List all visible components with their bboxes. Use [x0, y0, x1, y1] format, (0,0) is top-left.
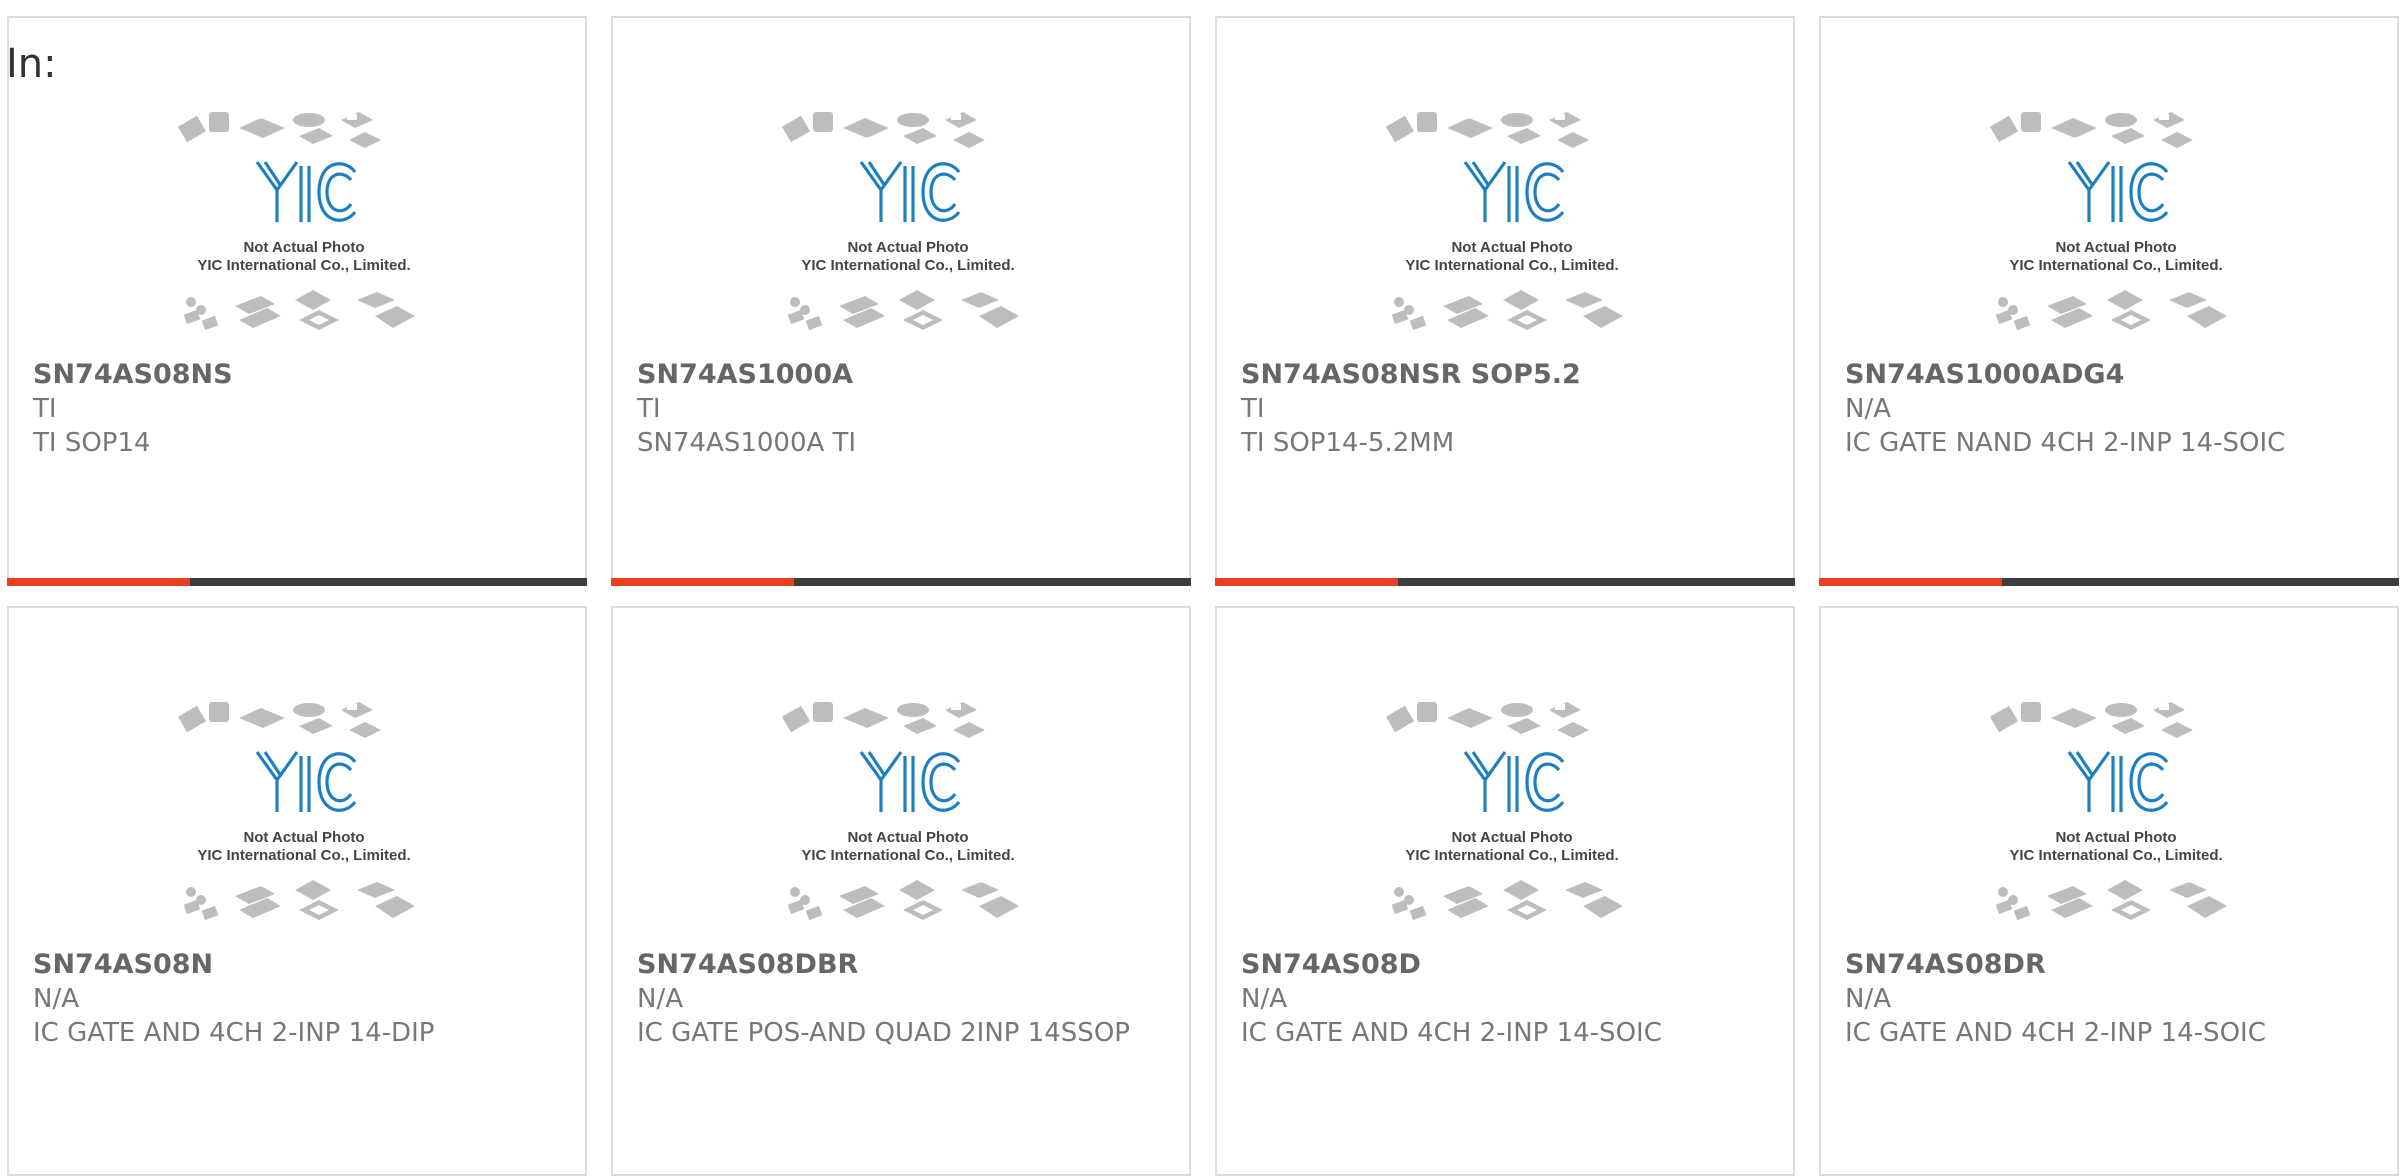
product-photo-placeholder: Not Actual Photo YIC International Co., …: [781, 702, 1019, 921]
in-label: In:: [6, 41, 57, 87]
photo-caption-line1: Not Actual Photo: [243, 239, 364, 256]
product-info: SN74AS08NSR SOP5.2 TI TI SOP14-5.2MM: [1241, 358, 1769, 460]
part-number[interactable]: SN74AS1000ADG4: [1845, 358, 2373, 392]
photo-caption-line2: YIC International Co., Limited.: [2009, 847, 2222, 864]
product-card[interactable]: Not Actual Photo YIC International Co., …: [611, 606, 1191, 1176]
photo-caption-line2: YIC International Co., Limited.: [1405, 847, 1618, 864]
part-number[interactable]: SN74AS08NS: [33, 358, 561, 392]
product-info: SN74AS08NS TI TI SOP14: [33, 358, 561, 460]
description: IC GATE POS-AND QUAD 2INP 14SSOP: [637, 1018, 1130, 1048]
photo-caption-line2: YIC International Co., Limited.: [197, 257, 410, 274]
product-photo-placeholder: Not Actual Photo YIC International Co., …: [177, 112, 415, 331]
photo-caption-line2: YIC International Co., Limited.: [197, 847, 410, 864]
photo-caption-line1: Not Actual Photo: [847, 239, 968, 256]
part-number[interactable]: SN74AS08N: [33, 948, 561, 982]
photo-caption-line2: YIC International Co., Limited.: [801, 847, 1014, 864]
part-number[interactable]: SN74AS08D: [1241, 948, 1769, 982]
photo-caption-line1: Not Actual Photo: [2055, 239, 2176, 256]
product-card[interactable]: Not Actual Photo YIC International Co., …: [1215, 606, 1795, 1176]
product-photo-placeholder: Not Actual Photo YIC International Co., …: [781, 112, 1019, 331]
product-card[interactable]: Not Actual Photo YIC International Co., …: [611, 16, 1191, 586]
photo-caption-line1: Not Actual Photo: [1451, 829, 1572, 846]
manufacturer: TI: [1241, 394, 1265, 424]
product-card[interactable]: Not Actual Photo YIC International Co., …: [7, 16, 587, 586]
card-bottom-bar: [1215, 578, 1795, 586]
part-number[interactable]: SN74AS08DR: [1845, 948, 2373, 982]
part-number[interactable]: SN74AS08DBR: [637, 948, 1165, 982]
photo-caption-line1: Not Actual Photo: [243, 829, 364, 846]
photo-caption-line1: Not Actual Photo: [847, 829, 968, 846]
product-card[interactable]: Not Actual Photo YIC International Co., …: [1215, 16, 1795, 586]
product-grid: Not Actual Photo YIC International Co., …: [7, 16, 2400, 1176]
photo-caption-line2: YIC International Co., Limited.: [2009, 257, 2222, 274]
description: TI SOP14-5.2MM: [1241, 428, 1455, 458]
product-photo-placeholder: Not Actual Photo YIC International Co., …: [1385, 112, 1623, 331]
product-photo-placeholder: Not Actual Photo YIC International Co., …: [1989, 702, 2227, 921]
manufacturer: TI: [637, 394, 661, 424]
manufacturer: N/A: [1241, 984, 1287, 1014]
card-accent-bar: [7, 578, 190, 586]
description: TI SOP14: [33, 428, 151, 458]
product-card[interactable]: Not Actual Photo YIC International Co., …: [1819, 606, 2399, 1176]
product-info: SN74AS1000ADG4 N/A IC GATE NAND 4CH 2-IN…: [1845, 358, 2373, 460]
manufacturer: TI: [33, 394, 57, 424]
card-bottom-bar: [611, 578, 1191, 586]
description: IC GATE AND 4CH 2-INP 14-SOIC: [1845, 1018, 2266, 1048]
manufacturer: N/A: [637, 984, 683, 1014]
manufacturer: N/A: [33, 984, 79, 1014]
description: IC GATE NAND 4CH 2-INP 14-SOIC: [1845, 428, 2286, 458]
photo-caption-line1: Not Actual Photo: [1451, 239, 1572, 256]
card-bottom-bar: [1819, 578, 2399, 586]
photo-caption-line2: YIC International Co., Limited.: [801, 257, 1014, 274]
product-info: SN74AS08D N/A IC GATE AND 4CH 2-INP 14-S…: [1241, 948, 1769, 1050]
product-info: SN74AS08DR N/A IC GATE AND 4CH 2-INP 14-…: [1845, 948, 2373, 1050]
product-card[interactable]: Not Actual Photo YIC International Co., …: [7, 606, 587, 1176]
card-accent-bar: [611, 578, 794, 586]
photo-caption-line1: Not Actual Photo: [2055, 829, 2176, 846]
description: SN74AS1000A TI: [637, 428, 857, 458]
manufacturer: N/A: [1845, 984, 1891, 1014]
description: IC GATE AND 4CH 2-INP 14-SOIC: [1241, 1018, 1662, 1048]
description: IC GATE AND 4CH 2-INP 14-DIP: [33, 1018, 435, 1048]
product-card[interactable]: Not Actual Photo YIC International Co., …: [1819, 16, 2399, 586]
photo-caption-line2: YIC International Co., Limited.: [1405, 257, 1618, 274]
card-accent-bar: [1819, 578, 2002, 586]
product-photo-placeholder: Not Actual Photo YIC International Co., …: [177, 702, 415, 921]
part-number[interactable]: SN74AS08NSR SOP5.2: [1241, 358, 1769, 392]
card-accent-bar: [1215, 578, 1398, 586]
product-photo-placeholder: Not Actual Photo YIC International Co., …: [1989, 112, 2227, 331]
product-info: SN74AS08N N/A IC GATE AND 4CH 2-INP 14-D…: [33, 948, 561, 1050]
manufacturer: N/A: [1845, 394, 1891, 424]
part-number[interactable]: SN74AS1000A: [637, 358, 1165, 392]
product-info: SN74AS08DBR N/A IC GATE POS-AND QUAD 2IN…: [637, 948, 1165, 1050]
card-bottom-bar: [7, 578, 587, 586]
product-photo-placeholder: Not Actual Photo YIC International Co., …: [1385, 702, 1623, 921]
product-info: SN74AS1000A TI SN74AS1000A TI: [637, 358, 1165, 460]
